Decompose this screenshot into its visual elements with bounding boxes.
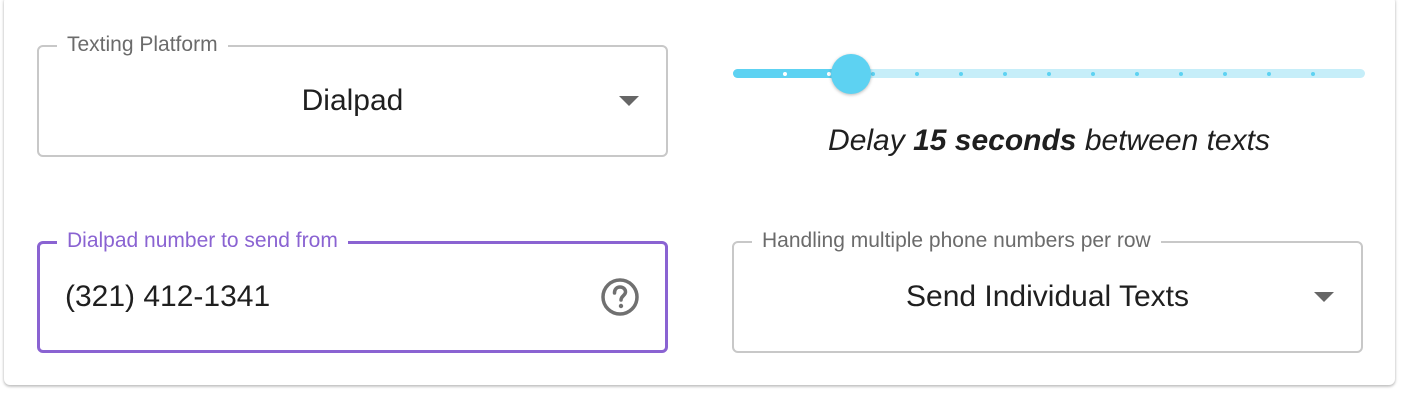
multiple-numbers-select[interactable]: Handling multiple phone numbers per row … xyxy=(732,228,1363,353)
delay-description: Delay 15 seconds between texts xyxy=(733,124,1365,158)
slider-mark xyxy=(1135,72,1139,76)
question-circle-icon[interactable] xyxy=(600,277,640,317)
slider-mark xyxy=(783,72,787,76)
slider-mark xyxy=(1311,72,1315,76)
chevron-down-icon xyxy=(1314,292,1334,302)
from-number-input[interactable]: (321) 412-1341 xyxy=(65,244,270,350)
delay-text-prefix: Delay xyxy=(828,124,905,157)
delay-text-suffix: between texts xyxy=(1084,124,1270,157)
slider-mark xyxy=(915,72,919,76)
slider-thumb[interactable] xyxy=(831,54,871,94)
slider-mark xyxy=(1003,72,1007,76)
slider-mark xyxy=(1267,72,1271,76)
delay-slider[interactable] xyxy=(733,54,1365,94)
slider-mark xyxy=(1047,72,1051,76)
slider-mark xyxy=(871,72,875,76)
texting-platform-select[interactable]: Texting Platform Dialpad xyxy=(37,32,668,157)
from-number-field[interactable]: Dialpad number to send from (321) 412-13… xyxy=(37,228,668,353)
slider-mark xyxy=(1179,72,1183,76)
slider-mark xyxy=(959,72,963,76)
delay-text-value: 15 seconds xyxy=(913,124,1077,157)
multiple-numbers-value: Send Individual Texts xyxy=(906,280,1189,313)
texting-platform-value: Dialpad xyxy=(301,84,404,117)
slider-mark xyxy=(1223,72,1227,76)
slider-mark xyxy=(1091,72,1095,76)
chevron-down-icon xyxy=(619,96,639,106)
